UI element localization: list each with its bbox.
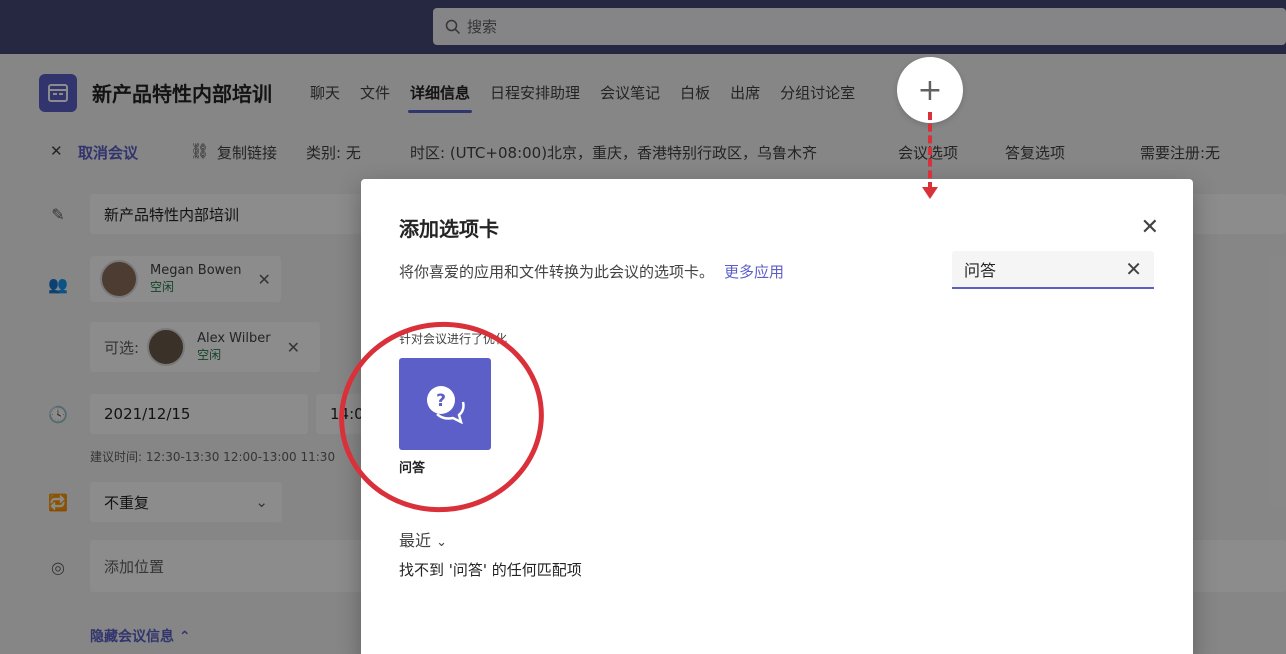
recent-label: 最近 <box>399 531 432 550</box>
close-icon[interactable]: ✕ <box>1141 215 1159 240</box>
dialog-description-text: 将你喜爱的应用和文件转换为此会议的选项卡。 <box>399 263 715 281</box>
dialog-description: 将你喜爱的应用和文件转换为此会议的选项卡。 更多应用 <box>399 261 784 282</box>
arrow-head-icon <box>922 187 938 199</box>
clear-search-icon[interactable]: ✕ <box>1125 257 1142 281</box>
chevron-down-icon: ⌄ <box>436 535 448 550</box>
plus-icon: + <box>917 72 943 108</box>
no-match-message: 找不到 '问答' 的任何匹配项 <box>399 561 582 579</box>
recent-dropdown[interactable]: 最近 ⌄ <box>399 527 447 551</box>
app-search-value: 问答 <box>964 261 997 280</box>
app-search-input[interactable]: 问答 ✕ <box>952 251 1154 289</box>
dialog-title: 添加选项卡 <box>399 217 499 241</box>
more-apps-link[interactable]: 更多应用 <box>724 263 784 281</box>
annotation-arrow <box>928 112 932 190</box>
